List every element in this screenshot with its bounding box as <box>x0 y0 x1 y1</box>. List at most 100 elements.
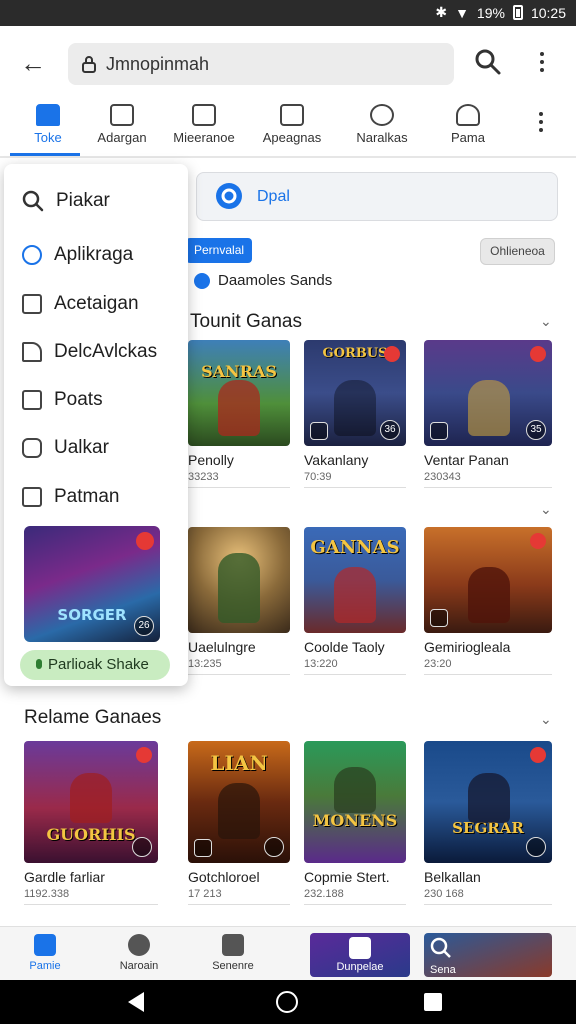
wifi-icon: ▼ <box>455 4 469 21</box>
game-name: Gotchloroel <box>188 869 260 885</box>
red-badge-icon <box>384 346 400 362</box>
game-card[interactable]: GORBUS 36 Vakanlany 70:39 <box>304 340 414 500</box>
red-badge-icon <box>530 346 546 362</box>
system-back-icon[interactable] <box>128 992 144 1012</box>
drawer-item-label: DelcAvlckas <box>54 341 158 362</box>
document-icon <box>22 294 42 314</box>
drawer-item-ualkar[interactable]: Ualkar <box>22 433 109 463</box>
hero-figure <box>334 380 376 436</box>
game-meta: 230343 <box>424 471 552 488</box>
game-card[interactable]: Uaelulngre 13:235 <box>188 527 298 687</box>
search-icon[interactable] <box>472 46 504 78</box>
game-card[interactable]: MONENS Copmie Stert. 232.188 <box>304 741 414 905</box>
tab-label: Apeagnas <box>262 130 322 145</box>
lock-icon <box>82 56 96 73</box>
game-card[interactable]: SANRAS Penolly 33233 <box>188 340 298 500</box>
nav-sena[interactable]: Sena <box>424 933 552 977</box>
category-badge[interactable]: Pernvalal <box>186 238 253 263</box>
drawer-item-label: Ualkar <box>54 437 109 458</box>
battery-icon <box>512 5 523 20</box>
game-meta: 13:235 <box>188 658 290 675</box>
hero-figure <box>468 773 510 823</box>
battery-percent: 19% <box>476 4 505 21</box>
subtitle-row: Daamoles Sands <box>194 272 332 289</box>
active-tab-indicator <box>10 153 80 156</box>
nav-dunpelae[interactable]: Dunpelae <box>310 933 410 977</box>
system-home-icon[interactable] <box>276 991 298 1013</box>
tabs-overflow-icon[interactable] <box>531 108 551 136</box>
red-badge-icon <box>136 532 154 550</box>
search-text: Jmnopinmah <box>106 53 210 74</box>
chevron-down-icon[interactable]: ⌄ <box>540 314 554 328</box>
game-meta: 23:20 <box>424 658 552 675</box>
tab-naralkas[interactable]: Naralkas <box>334 100 430 156</box>
hero-figure <box>468 380 510 436</box>
filter-chip[interactable]: Dpal <box>196 172 558 221</box>
nav-pamie[interactable]: Pamie <box>10 931 80 972</box>
tab-label: Naralkas <box>356 130 408 145</box>
game-meta: 17 213 <box>188 888 290 905</box>
nav-label: Pamie <box>29 960 61 972</box>
game-card[interactable]: GUORHIS Gardle farliar 1192.338 <box>24 741 160 905</box>
game-card[interactable]: GANNAS Coolde Taoly 13:220 <box>304 527 414 687</box>
controller-icon <box>430 609 448 627</box>
game-thumbnail: GANNAS <box>304 527 406 633</box>
drawer-item-poats[interactable]: Poats <box>22 385 103 415</box>
game-card[interactable]: Gemiriogleala 23:20 <box>424 527 552 687</box>
tab-label: Adargan <box>97 130 147 145</box>
featured-pill-button[interactable]: Parlioak Shake <box>20 650 170 680</box>
drawer-item-delcavlckas[interactable]: DelcAvlckas <box>22 337 157 367</box>
search-input[interactable]: Jmnopinmah <box>68 43 454 85</box>
tab-pama[interactable]: Pama <box>420 100 516 156</box>
overflow-menu-icon[interactable] <box>532 48 552 76</box>
game-logo-text: MONENS <box>312 811 398 830</box>
home-icon <box>36 104 60 126</box>
hero-figure <box>218 783 260 839</box>
game-card[interactable]: SEGRAR Belkallan 230 168 <box>424 741 552 905</box>
hero-figure <box>70 773 112 823</box>
game-card[interactable]: 35 Ventar Panan 230343 <box>424 340 552 500</box>
nav-label: Sena <box>430 964 456 976</box>
drawer-item-aplikraga[interactable]: Aplikraga <box>22 240 133 270</box>
check-box-icon <box>22 390 42 410</box>
back-arrow-icon[interactable]: ← <box>16 46 50 80</box>
nav-label: Naroain <box>119 960 159 972</box>
chevron-down-icon[interactable]: ⌄ <box>540 712 554 726</box>
drawer-item-patman[interactable]: Patman <box>22 482 119 512</box>
game-name: Ventar Panan <box>424 452 509 468</box>
game-name: Penolly <box>188 452 234 468</box>
top-app-bar: ← Jmnopinmah <box>0 26 576 100</box>
game-meta: 230 168 <box>424 888 552 905</box>
bottom-navigation: Pamie Naroain Senenre Dunpelae Sena <box>0 926 576 980</box>
chevron-down-icon[interactable]: ⌄ <box>540 502 554 516</box>
drawer-item-label: Poats <box>54 389 103 410</box>
person-icon <box>456 104 480 126</box>
game-thumbnail: MONENS <box>304 741 406 863</box>
red-badge-icon <box>530 747 546 763</box>
info-badge-icon <box>264 837 284 857</box>
refresh-icon <box>22 245 42 265</box>
controller-icon <box>310 422 328 440</box>
drawer-item-piakar[interactable]: Piakar <box>22 186 110 216</box>
shoe-icon <box>22 342 42 362</box>
game-meta: 232.188 <box>304 888 406 905</box>
section-title: Tounit Ganas <box>190 311 302 332</box>
featured-game-thumbnail[interactable]: SORGER 26 <box>24 526 160 642</box>
game-name: Gardle farliar <box>24 869 105 885</box>
drawer-item-acetaigan[interactable]: Acetaigan <box>22 289 139 319</box>
inbox-icon <box>222 934 244 956</box>
system-recents-icon[interactable] <box>424 993 442 1011</box>
tab-apeagnas[interactable]: Apeagnas <box>244 100 340 156</box>
tab-mieeranoe[interactable]: Mieeranoe <box>156 100 252 156</box>
verified-icon <box>194 272 210 289</box>
badge-icon <box>370 104 394 126</box>
game-icon <box>349 937 371 959</box>
bluetooth-icon: ✱ <box>435 4 448 20</box>
nav-senenre[interactable]: Senenre <box>198 931 268 972</box>
game-card[interactable]: LIAN Gotchloroel 17 213 <box>188 741 298 905</box>
nav-naroain[interactable]: Naroain <box>104 931 174 972</box>
filter-button[interactable]: Ohlieneoa <box>480 238 555 265</box>
drawer-item-label: Acetaigan <box>54 293 139 314</box>
game-thumbnail: SANRAS <box>188 340 290 446</box>
level-badge: 36 <box>380 420 400 440</box>
